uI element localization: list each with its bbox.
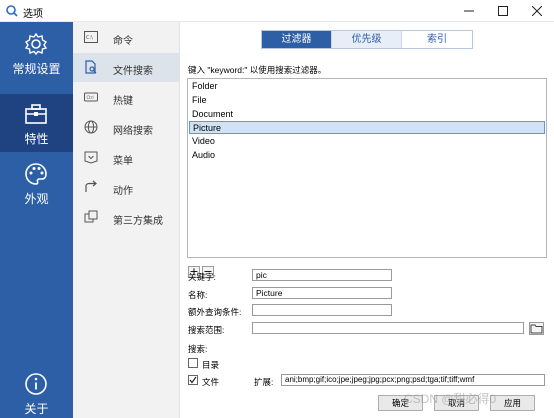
keyboard-icon: Ctrl <box>84 92 98 102</box>
globe-icon <box>84 120 98 134</box>
checkmark-icon <box>189 376 197 384</box>
maximize-button[interactable] <box>486 0 520 22</box>
close-button[interactable] <box>520 0 554 22</box>
extra-query-input[interactable] <box>252 304 392 316</box>
window-title: 选项 <box>23 9 43 20</box>
integration-icon <box>84 210 98 223</box>
sidebar-item-action[interactable]: 动作 <box>73 173 180 202</box>
toolbox-icon <box>25 104 47 124</box>
minimize-button[interactable] <box>452 0 486 22</box>
sidebar-item-label: 第三方集成 <box>113 216 163 227</box>
minimize-icon <box>464 10 474 12</box>
filter-list[interactable]: Folder File Document Picture Video Audio <box>187 78 547 258</box>
sidebar-item-about[interactable]: 关于 <box>0 364 73 418</box>
file-checkbox-label: 文件 <box>202 377 220 387</box>
folder-icon <box>530 324 543 334</box>
tab-filters[interactable]: 过滤器 <box>262 31 332 48</box>
sidebar-item-label: 常规设置 <box>12 62 61 76</box>
palette-icon <box>25 163 47 185</box>
sidebar-item-label: 网络搜索 <box>113 126 153 137</box>
sidebar-item-file-search[interactable]: 文件搜索 <box>73 53 180 82</box>
sidebar-item-third-party[interactable]: 第三方集成 <box>73 203 180 232</box>
settings-panel: 过滤器 优先级 索引 键入 "keyword:" 以使用搜索过滤器。 Folde… <box>180 22 554 418</box>
name-label: 名称: <box>188 290 208 300</box>
action-icon <box>85 180 97 192</box>
keyword-input[interactable]: pic <box>252 269 392 281</box>
filter-hint: 键入 "keyword:" 以使用搜索过滤器。 <box>188 65 327 75</box>
extension-label: 扩展: <box>254 377 274 387</box>
sidebar-item-label: 关于 <box>24 402 49 416</box>
tab-priority[interactable]: 优先级 <box>332 31 402 48</box>
title-bar: 选项 <box>0 0 554 22</box>
sidebar-item-label: 命令 <box>113 36 133 47</box>
list-item[interactable]: Folder <box>189 80 545 93</box>
close-icon <box>532 6 542 16</box>
list-item[interactable]: Video <box>189 135 545 148</box>
sidebar-item-appearance[interactable]: 外观 <box>0 154 73 212</box>
menu-icon <box>84 151 98 164</box>
file-search-icon <box>85 60 97 74</box>
list-item[interactable]: Document <box>189 108 545 121</box>
sidebar-item-web-search[interactable]: 网络搜索 <box>73 113 180 142</box>
svg-text:Ctrl: Ctrl <box>87 95 94 100</box>
directory-checkbox[interactable] <box>188 358 198 368</box>
list-item[interactable]: File <box>189 94 545 107</box>
tab-index[interactable]: 索引 <box>402 31 472 48</box>
app-logo-icon <box>6 5 18 17</box>
directory-checkbox-label: 目录 <box>202 360 220 370</box>
primary-sidebar: 常规设置 特性 外观 关于 <box>0 22 73 418</box>
search-scope-label: 搜索范围: <box>188 325 225 335</box>
gear-icon <box>24 32 48 56</box>
keyword-label: 关键字: <box>188 272 216 282</box>
secondary-sidebar: C:\ 命令 文件搜索 Ctrl 热键 网络搜索 菜单 动作 第三方集成 <box>73 22 180 418</box>
svg-text:C:\: C:\ <box>86 35 93 41</box>
sidebar-item-command[interactable]: C:\ 命令 <box>73 23 180 52</box>
watermark: CSDN @甜必得0 <box>404 392 497 406</box>
extra-query-label: 额外查询条件: <box>188 307 242 317</box>
sidebar-item-features[interactable]: 特性 <box>0 94 73 152</box>
list-item-selected[interactable]: Picture <box>189 121 545 134</box>
list-item[interactable]: Audio <box>189 149 545 162</box>
command-icon: C:\ <box>84 31 98 43</box>
maximize-icon <box>498 6 508 16</box>
sidebar-item-hotkey[interactable]: Ctrl 热键 <box>73 83 180 112</box>
search-scope-input[interactable] <box>252 322 524 334</box>
sidebar-item-label: 动作 <box>113 186 133 197</box>
search-target-label: 搜索: <box>188 344 208 354</box>
name-input[interactable]: Picture <box>252 287 392 299</box>
sidebar-item-label: 外观 <box>24 192 49 206</box>
sidebar-item-label: 特性 <box>24 132 49 146</box>
info-icon <box>25 373 47 395</box>
extension-input[interactable]: ani;bmp;gif;ico;jpe;jpeg;jpg;pcx;png;psd… <box>281 374 545 386</box>
sidebar-item-label: 菜单 <box>113 156 133 167</box>
sidebar-item-label: 文件搜索 <box>113 66 153 77</box>
tab-bar: 过滤器 优先级 索引 <box>261 30 473 49</box>
file-checkbox[interactable] <box>188 375 198 385</box>
sidebar-item-menu[interactable]: 菜单 <box>73 143 180 172</box>
sidebar-item-label: 热键 <box>113 96 133 107</box>
browse-button[interactable] <box>529 322 544 335</box>
sidebar-item-general[interactable]: 常规设置 <box>0 24 73 82</box>
apply-button[interactable]: 应用 <box>490 395 535 411</box>
